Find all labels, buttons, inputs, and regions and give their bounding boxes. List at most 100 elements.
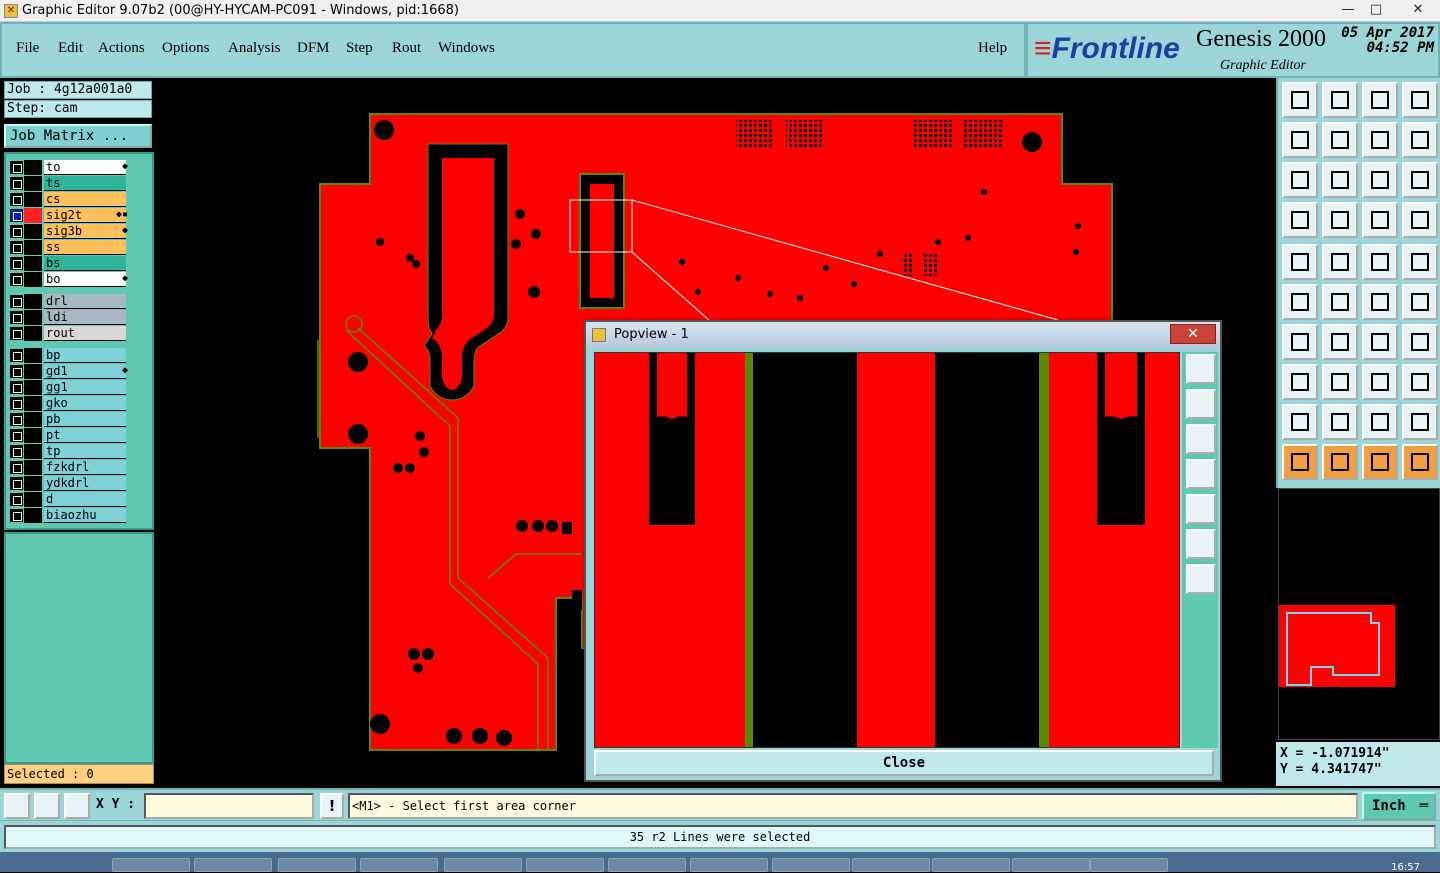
taskbar-item[interactable] <box>1012 858 1090 872</box>
slash-icon[interactable] <box>1322 324 1358 360</box>
maximize-button[interactable]: □ <box>1362 0 1390 20</box>
cut-icon[interactable] <box>1322 364 1358 400</box>
layer-checkbox[interactable] <box>10 273 23 286</box>
line-icon[interactable] <box>1282 324 1318 360</box>
menu-options[interactable]: Options <box>162 40 210 57</box>
menu-windows[interactable]: Windows <box>438 40 495 57</box>
layer-checkbox[interactable] <box>10 365 23 378</box>
pop-zoom-in-icon[interactable] <box>1186 389 1216 419</box>
layer-row-bp[interactable]: bp <box>10 348 130 363</box>
xy-input[interactable] <box>144 793 314 819</box>
layer-checkbox[interactable] <box>10 177 23 190</box>
popview-titlebar[interactable]: Popview - 1 ✕ <box>586 322 1220 348</box>
layer-checkbox[interactable] <box>10 381 23 394</box>
pop-fit-icon[interactable] <box>1186 529 1216 559</box>
grid-icon[interactable] <box>1322 202 1358 238</box>
overview-map[interactable] <box>1278 488 1440 740</box>
move-icon[interactable] <box>1362 284 1398 320</box>
layer-checkbox[interactable] <box>10 225 23 238</box>
layer-checkbox[interactable] <box>10 193 23 206</box>
taskbar-item[interactable] <box>360 858 438 872</box>
pop-window-icon[interactable] <box>1186 354 1216 384</box>
layer-checkbox[interactable] <box>10 257 23 270</box>
pad-icon[interactable] <box>1282 244 1318 280</box>
home-icon[interactable] <box>1362 82 1398 118</box>
scale-1-2-icon[interactable] <box>1362 162 1398 198</box>
pointer-circle-icon[interactable] <box>1362 444 1398 480</box>
grid-icon[interactable] <box>64 793 90 819</box>
pop-zoom-out-icon[interactable] <box>1186 424 1216 454</box>
snap-on-icon[interactable] <box>1362 202 1398 238</box>
arc-icon[interactable] <box>1362 324 1398 360</box>
layer-checkbox[interactable] <box>10 509 23 522</box>
measure-icon[interactable] <box>34 793 60 819</box>
layer-checkbox[interactable] <box>10 209 23 222</box>
layer-row-gd1[interactable]: gd1 ◆ <box>10 364 130 379</box>
layer-row-bo[interactable]: bo ◆ <box>10 272 130 287</box>
taskbar-item[interactable] <box>932 858 1010 872</box>
layer-checkbox[interactable] <box>10 397 23 410</box>
layer-checkbox[interactable] <box>10 241 23 254</box>
menu-analysis[interactable]: Analysis <box>228 40 281 57</box>
layer-checkbox[interactable] <box>10 429 23 442</box>
menu-dfm[interactable]: DFM <box>297 40 330 57</box>
taskbar-item[interactable] <box>608 858 686 872</box>
menu-help[interactable]: Help <box>978 40 1007 57</box>
layer-row-ldi[interactable]: ldi <box>10 310 130 325</box>
pointer-icon[interactable] <box>1282 444 1318 480</box>
pointer-box-icon[interactable] <box>1322 444 1358 480</box>
pop-pan-left-icon[interactable] <box>1186 459 1216 489</box>
ruler-icon[interactable] <box>1362 244 1398 280</box>
circle-icon[interactable] <box>1402 244 1438 280</box>
layer-row-ydkdrl[interactable]: ydkdrl <box>10 476 130 491</box>
zoom-fit-icon[interactable] <box>1282 162 1318 198</box>
triangle-up-icon[interactable] <box>1322 404 1358 440</box>
menu-file[interactable]: File <box>16 40 39 57</box>
close-window-button[interactable]: ✕ <box>1400 0 1436 20</box>
menu-edit[interactable]: Edit <box>58 40 83 57</box>
layer-row-fzkdrl[interactable]: fzkdrl <box>10 460 130 475</box>
layer-row-gko[interactable]: gko <box>10 396 130 411</box>
layer-checkbox[interactable] <box>10 445 23 458</box>
layer-row-bs[interactable]: bs <box>10 256 130 271</box>
layer-row-ts[interactable]: ts <box>10 176 130 191</box>
pointer-path-icon[interactable] <box>1402 444 1438 480</box>
zoom-home-icon[interactable] <box>1282 82 1318 118</box>
taskbar-item[interactable] <box>194 858 272 872</box>
layer-row-cs[interactable]: cs <box>10 192 130 207</box>
layer-row-rout[interactable]: rout <box>10 326 130 341</box>
job-matrix-button[interactable]: Job Matrix ... <box>4 124 152 148</box>
taskbar-item[interactable] <box>278 858 356 872</box>
layer-row-biaozhu[interactable]: biaozhu <box>10 508 130 523</box>
center-icon[interactable] <box>1322 162 1358 198</box>
layer-checkbox[interactable] <box>10 311 23 324</box>
unit-selector[interactable]: Inch ═ <box>1362 792 1436 820</box>
select-area-icon[interactable] <box>1282 364 1318 400</box>
pan-right-icon[interactable] <box>1322 122 1358 158</box>
taskbar-item[interactable] <box>444 858 522 872</box>
layer-row-sig2t[interactable]: sig2t ◆▪ <box>10 208 130 223</box>
layer-row-gg1[interactable]: gg1 <box>10 380 130 395</box>
layer-checkbox[interactable] <box>10 161 23 174</box>
layer-row-pb[interactable]: pb <box>10 412 130 427</box>
layer-checkbox[interactable] <box>10 461 23 474</box>
pan-left-icon[interactable] <box>1282 122 1318 158</box>
layer-row-sig3b[interactable]: sig3b ◆ <box>10 224 130 239</box>
node-icon[interactable] <box>1282 284 1318 320</box>
menu-rout[interactable]: Rout <box>392 40 421 57</box>
layer-checkbox[interactable] <box>10 413 23 426</box>
popview-canvas[interactable] <box>594 352 1180 748</box>
popview-close-x[interactable]: ✕ <box>1170 324 1216 344</box>
measure-icon[interactable] <box>1362 364 1398 400</box>
pop-pan-right-icon[interactable] <box>1186 494 1216 524</box>
triangle-a-icon[interactable] <box>1362 404 1398 440</box>
taskbar-item[interactable] <box>526 858 604 872</box>
cube-icon[interactable] <box>1402 364 1438 400</box>
layer-checkbox[interactable] <box>10 477 23 490</box>
copy-icon[interactable] <box>1402 284 1438 320</box>
menu-step[interactable]: Step <box>346 40 373 57</box>
zoom-out-icon[interactable] <box>1322 82 1358 118</box>
taskbar-item[interactable] <box>690 858 768 872</box>
text-icon[interactable] <box>1402 324 1438 360</box>
layer-row-ss[interactable]: ss <box>10 240 130 255</box>
